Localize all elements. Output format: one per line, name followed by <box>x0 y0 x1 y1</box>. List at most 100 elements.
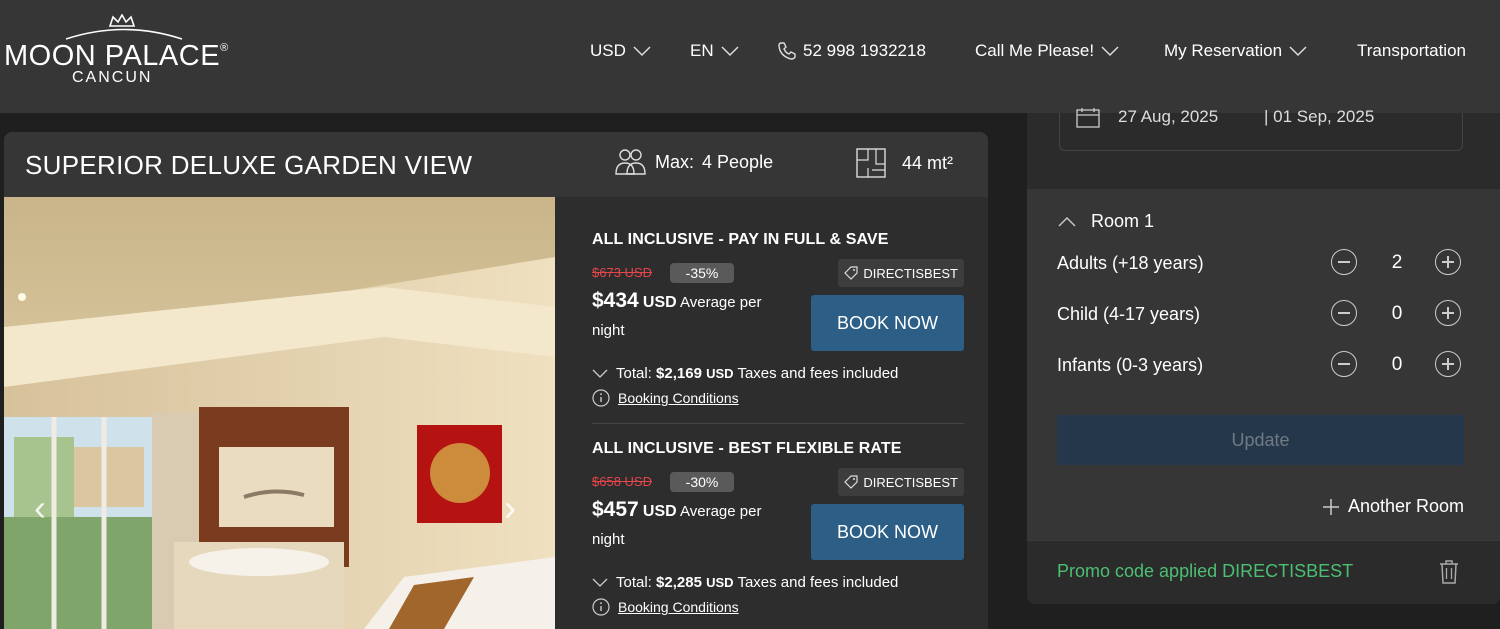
booking-panel: 27 Aug, 2025 | 01 Sep, 2025 Room 1 Adult… <box>1027 107 1500 604</box>
tag-icon <box>844 475 858 489</box>
total-value: $2,285 <box>656 574 702 591</box>
price-currency: USD <box>642 503 677 520</box>
total-label: Total: <box>616 574 652 591</box>
brand-sub: CANCUN <box>72 69 153 86</box>
taxes-note: Taxes and fees included <box>737 574 899 591</box>
total-line[interactable]: Total: $2,285 USD Taxes and fees include… <box>592 574 898 591</box>
promo-applied-text: Promo code applied DIRECTISBEST <box>1057 561 1354 581</box>
total-currency: USD <box>706 575 734 590</box>
chevron-down-icon <box>721 46 739 57</box>
rate-name: ALL INCLUSIVE - BEST FLEXIBLE RATE <box>592 440 902 457</box>
infants-decrement-button[interactable] <box>1331 351 1357 377</box>
price-value: $434 <box>592 289 639 312</box>
infants-label: Infants (0-3 years) <box>1057 355 1204 375</box>
brand-logo[interactable]: MOON PALACE® CANCUN <box>4 14 244 86</box>
capacity-label: Max: <box>655 151 695 172</box>
info-icon <box>592 598 610 616</box>
plus-icon <box>1322 498 1339 515</box>
call-me-label: Call Me Please! <box>975 41 1095 60</box>
site-header: MOON PALACE® CANCUN USD EN 52 998 193221… <box>0 0 1500 113</box>
calendar-icon <box>1076 108 1100 128</box>
language-selector[interactable]: EN <box>690 40 740 62</box>
children-count: 0 <box>1391 303 1403 324</box>
price-currency: USD <box>642 294 677 311</box>
transportation-link[interactable]: Transportation <box>1357 40 1466 62</box>
adults-label: Adults (+18 years) <box>1057 253 1204 273</box>
discount-badge: -35% <box>670 263 734 283</box>
chevron-down-icon <box>592 578 608 587</box>
book-now-button[interactable]: BOOK NOW <box>811 295 964 351</box>
room-toggle[interactable]: Room 1 <box>1057 211 1154 232</box>
rates-list: ALL INCLUSIVE - PAY IN FULL & SAVE $673 … <box>555 197 988 629</box>
total-line[interactable]: Total: $2,169 USD Taxes and fees include… <box>592 365 898 382</box>
phone-number: 52 998 1932218 <box>803 41 926 60</box>
language-label: EN <box>690 41 714 60</box>
chevron-down-icon <box>633 46 651 57</box>
room-capacity: Max: 4 People <box>613 146 773 178</box>
transportation-label: Transportation <box>1357 41 1466 60</box>
tag-icon <box>844 266 858 280</box>
add-room-label: Another Room <box>1347 496 1464 516</box>
chevron-up-icon <box>1058 216 1076 226</box>
capacity-value: 4 People <box>702 151 774 172</box>
rate-name: ALL INCLUSIVE - PAY IN FULL & SAVE <box>592 231 889 248</box>
children-decrement-button[interactable] <box>1331 300 1357 326</box>
date-range-field[interactable]: 27 Aug, 2025 | 01 Sep, 2025 <box>1059 107 1463 151</box>
room-card: SUPERIOR DELUXE GARDEN VIEW Max: 4 Peopl… <box>4 132 988 629</box>
room-size: 44 mt² <box>854 146 953 180</box>
total-currency: USD <box>706 366 734 381</box>
size-value: 44 mt² <box>902 152 954 173</box>
currency-label: USD <box>590 41 626 60</box>
photo-next-button[interactable]: › <box>504 487 516 529</box>
price-line: $457 USD Average per night <box>592 496 792 554</box>
check-out-date: | 01 Sep, 2025 <box>1264 107 1375 126</box>
total-label: Total: <box>616 365 652 382</box>
dates-section: 27 Aug, 2025 | 01 Sep, 2025 <box>1027 107 1500 189</box>
room-photo[interactable]: ‹ › <box>4 197 555 629</box>
floorplan-icon <box>856 148 886 178</box>
promo-code: DIRECTISBEST <box>863 474 958 490</box>
promo-bar: Promo code applied DIRECTISBEST <box>1027 540 1500 604</box>
my-reservation-label: My Reservation <box>1164 41 1283 60</box>
children-label: Child (4-17 years) <box>1057 304 1201 324</box>
trash-icon[interactable] <box>1438 559 1460 585</box>
old-price: $658 USD <box>592 474 652 489</box>
photo-prev-button[interactable]: ‹ <box>34 487 46 529</box>
adults-increment-button[interactable] <box>1435 249 1461 275</box>
promo-code: DIRECTISBEST <box>863 265 958 281</box>
children-row: Child (4-17 years) 0 <box>1057 300 1465 330</box>
chevron-down-icon <box>1101 46 1119 57</box>
infants-count: 0 <box>1391 354 1403 375</box>
info-icon <box>592 389 610 407</box>
booking-conditions-link[interactable]: Booking Conditions <box>592 389 739 407</box>
discount-badge: -30% <box>670 472 734 492</box>
children-increment-button[interactable] <box>1435 300 1461 326</box>
rate-option: ALL INCLUSIVE - PAY IN FULL & SAVE $673 … <box>592 231 964 431</box>
room-photo-image <box>4 197 555 629</box>
promo-tag: DIRECTISBEST <box>838 259 964 287</box>
update-button[interactable]: Update <box>1057 415 1464 465</box>
booking-conditions-label: Booking Conditions <box>618 390 739 406</box>
room-label: Room 1 <box>1091 211 1155 231</box>
adults-row: Adults (+18 years) 2 <box>1057 249 1465 279</box>
phone-icon <box>778 42 796 60</box>
infants-increment-button[interactable] <box>1435 351 1461 377</box>
price-line: $434 USD Average per night <box>592 287 792 345</box>
my-reservation-menu[interactable]: My Reservation <box>1164 40 1308 62</box>
call-me-menu[interactable]: Call Me Please! <box>975 40 1120 62</box>
booking-conditions-label: Booking Conditions <box>618 599 739 615</box>
price-value: $457 <box>592 498 639 521</box>
taxes-note: Taxes and fees included <box>737 365 899 382</box>
chevron-down-icon <box>1289 46 1307 57</box>
booking-conditions-link[interactable]: Booking Conditions <box>592 598 739 616</box>
book-now-button[interactable]: BOOK NOW <box>811 504 964 560</box>
adults-count: 2 <box>1391 252 1403 273</box>
logo-arc-icon <box>65 28 183 40</box>
total-value: $2,169 <box>656 365 702 382</box>
currency-selector[interactable]: USD <box>590 40 652 62</box>
add-room-button[interactable]: Another Room <box>1322 496 1464 517</box>
chevron-down-icon <box>592 369 608 378</box>
room-title: SUPERIOR DELUXE GARDEN VIEW <box>25 150 473 180</box>
adults-decrement-button[interactable] <box>1331 249 1357 275</box>
phone-link[interactable]: 52 998 1932218 <box>777 40 926 62</box>
